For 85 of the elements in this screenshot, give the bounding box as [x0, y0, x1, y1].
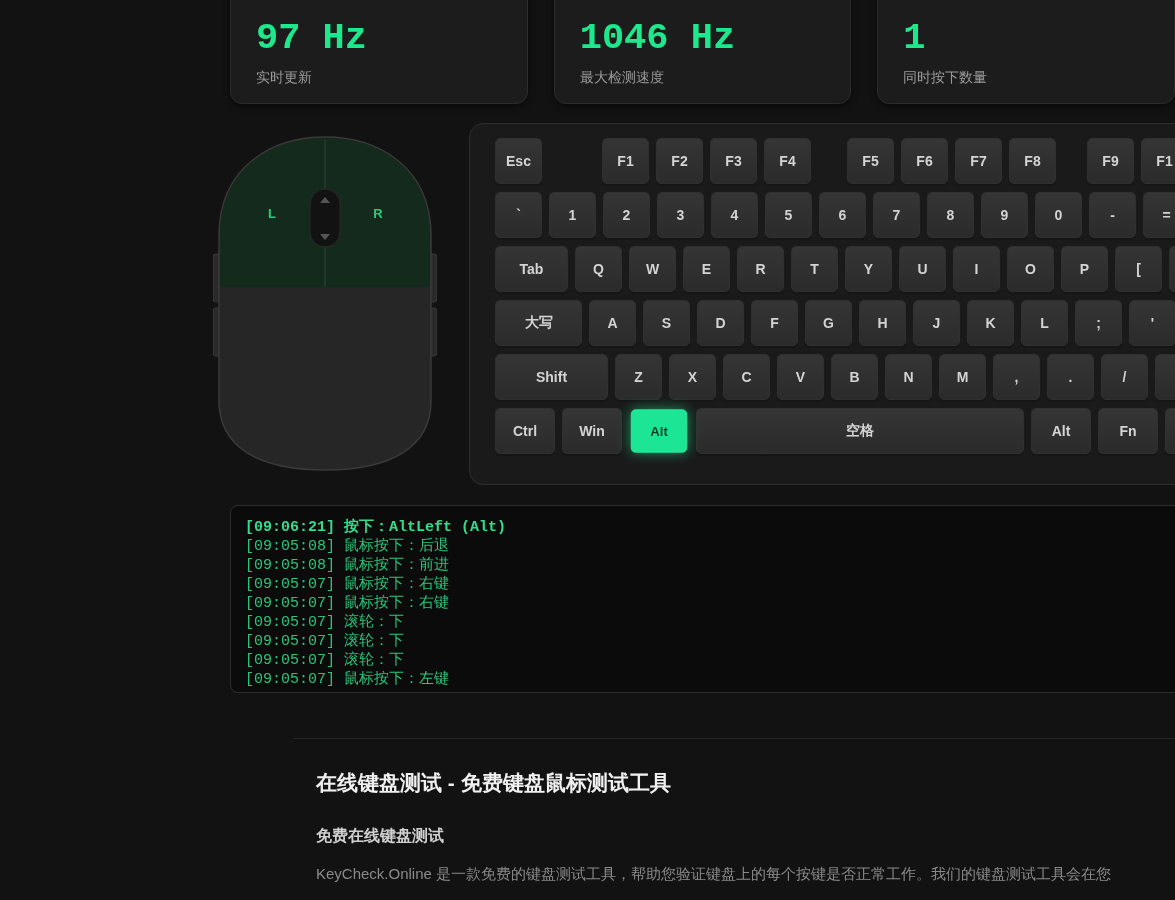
stat-caption: 实时更新	[256, 69, 312, 87]
keyboard-key[interactable]: F4	[764, 138, 811, 184]
stat-value: 1	[903, 17, 926, 59]
keyboard-key[interactable]: Esc	[495, 138, 542, 184]
keyboard-key[interactable]: F6	[901, 138, 948, 184]
keyboard-key[interactable]: I	[953, 246, 1000, 292]
keyboard-key[interactable]: M	[939, 354, 986, 400]
keyboard-key[interactable]: V	[777, 354, 824, 400]
keyboard-key[interactable]: 4	[711, 192, 758, 238]
log-entry: [09:05:07] 滚轮：下	[245, 613, 406, 632]
keyboard-key[interactable]: /	[1101, 354, 1148, 400]
keyboard-key[interactable]: 6	[819, 192, 866, 238]
keyboard-key[interactable]: 空格	[696, 408, 1024, 454]
keyboard-key[interactable]: Y	[845, 246, 892, 292]
keyboard-key[interactable]: 2	[603, 192, 650, 238]
keyboard-key[interactable]: 大写	[495, 300, 582, 346]
stat-value: 1046 Hz	[579, 17, 736, 59]
keyboard-key[interactable]: X	[669, 354, 716, 400]
keyboard-key[interactable]: F7	[955, 138, 1002, 184]
keyboard-key[interactable]: Q	[575, 246, 622, 292]
keyboard-key[interactable]: F1	[602, 138, 649, 184]
keyboard-key[interactable]: Fn	[1098, 408, 1158, 454]
keyboard-key[interactable]: J	[913, 300, 960, 346]
keyboard-key[interactable]: T	[791, 246, 838, 292]
stat-caption: 同时按下数量	[903, 69, 988, 87]
keyboard-key[interactable]: ,	[993, 354, 1040, 400]
keyboard-key[interactable]: L	[1021, 300, 1068, 346]
keyboard-key[interactable]: `	[495, 192, 542, 238]
keyboard-key[interactable]: =	[1143, 192, 1175, 238]
log-entry: [09:05:08] 鼠标按下：前进	[245, 556, 451, 575]
keyboard-key[interactable]: F9	[1087, 138, 1134, 184]
keyboard-key[interactable]: 7	[873, 192, 920, 238]
keyboard-key[interactable]: Win	[562, 408, 622, 454]
keyboard-key[interactable]: H	[859, 300, 906, 346]
article-subtitle: 免费在线键盘测试	[316, 826, 444, 846]
keyboard-key[interactable]: 5	[765, 192, 812, 238]
article-title: 在线键盘测试 - 免费键盘鼠标测试工具	[316, 770, 671, 796]
log-entry: [09:05:07] 鼠标按下：右键	[245, 575, 451, 594]
keyboard-key[interactable]: 8	[927, 192, 974, 238]
keyboard-key[interactable]: [	[1115, 246, 1162, 292]
keyboard-key[interactable]: Alt	[630, 409, 688, 453]
keyboard-key[interactable]: F1	[1141, 138, 1175, 184]
keyboard-key[interactable]: R	[737, 246, 784, 292]
log-entry: [09:05:07] 滚轮：下	[245, 632, 406, 651]
keyboard-key[interactable]: F5	[847, 138, 894, 184]
keyboard-key[interactable]: 0	[1035, 192, 1082, 238]
keyboard-key[interactable]: Tab	[495, 246, 568, 292]
right-button-label: R	[373, 206, 383, 221]
keyboard-key[interactable]: G	[805, 300, 852, 346]
stat-value: 97 Hz	[256, 17, 368, 59]
keyboard-key[interactable]: ;	[1075, 300, 1122, 346]
keyboard-key[interactable]: K	[967, 300, 1014, 346]
log-entry: [09:05:07] 滚轮：下	[245, 651, 406, 670]
keyboard-key[interactable]: E	[683, 246, 730, 292]
log-entry: [09:05:07] 鼠标按下：左键	[245, 670, 451, 689]
keyboard-key[interactable]: B	[831, 354, 878, 400]
log-entry: [09:05:08] 鼠标按下：后退	[245, 537, 451, 556]
keyboard-key[interactable]: S	[643, 300, 690, 346]
keyboard-key[interactable]: Shift	[495, 354, 608, 400]
left-button-label: L	[268, 206, 276, 221]
keyboard-key[interactable]: '	[1129, 300, 1175, 346]
keyboard-key[interactable]: F8	[1009, 138, 1056, 184]
keyboard-key[interactable]: Alt	[1031, 408, 1091, 454]
keyboard-key[interactable]: U	[899, 246, 946, 292]
keyboard-key[interactable]: F3	[710, 138, 757, 184]
keyboard-key[interactable]: A	[589, 300, 636, 346]
keyboard-key[interactable]: F	[751, 300, 798, 346]
keyboard-key[interactable]: Ctrl	[495, 408, 555, 454]
log-entry: [09:06:21] 按下：AltLeft (Alt)	[245, 518, 508, 537]
keyboard-key[interactable]: -	[1089, 192, 1136, 238]
article-paragraph: KeyCheck.Online 是一款免费的键盘测试工具，帮助您验证键盘上的每个按键是否正常工作。我们的键盘测试工具会在您	[316, 864, 1112, 884]
keyboard-key[interactable]: 3	[657, 192, 704, 238]
log-entry: [09:05:07] 鼠标按下：右键	[245, 594, 451, 613]
keyboard-key[interactable]: F2	[656, 138, 703, 184]
keyboard-key[interactable]: 1	[549, 192, 596, 238]
keyboard-key[interactable]: D	[697, 300, 744, 346]
keyboard-key[interactable]: .	[1047, 354, 1094, 400]
keyboard-key[interactable]: O	[1007, 246, 1054, 292]
keyboard-key[interactable]: 9	[981, 192, 1028, 238]
keyboard-key[interactable]: W	[629, 246, 676, 292]
stat-caption: 最大检测速度	[579, 69, 664, 87]
keyboard-key[interactable]: C	[723, 354, 770, 400]
keyboard-key[interactable]: P	[1061, 246, 1108, 292]
keyboard-key[interactable]: N	[885, 354, 932, 400]
keyboard-key[interactable]: Z	[615, 354, 662, 400]
